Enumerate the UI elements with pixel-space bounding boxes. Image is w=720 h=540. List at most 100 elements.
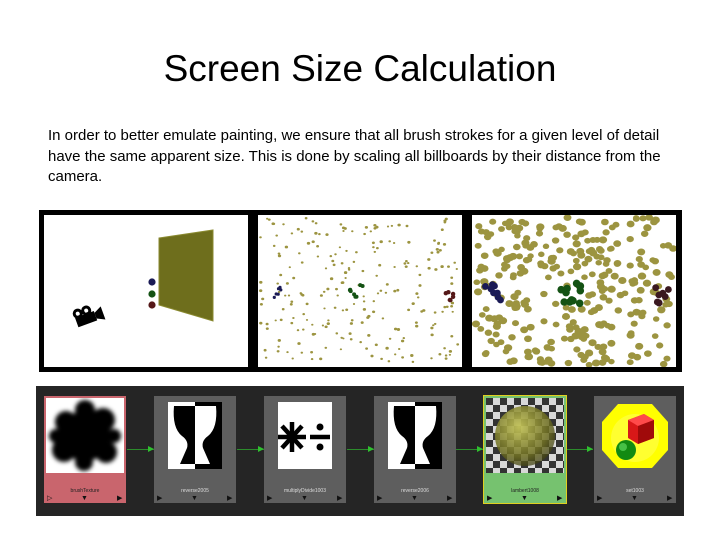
billboard-stroke [342,337,345,340]
billboard-stroke [659,360,668,367]
billboard-stroke [442,243,447,246]
billboard-stroke [616,291,625,299]
billboard-stroke [663,322,671,329]
billboard-stroke [572,234,580,241]
expand-chevron-icon[interactable]: ▼ [631,494,638,503]
node-reverse-2006[interactable]: reverse2006 ▶ ▼ ▶ [374,396,456,503]
billboard-stroke [341,226,346,230]
camera-icon [72,305,106,328]
billboard-stroke [362,300,366,303]
billboard-stroke [643,224,652,232]
billboard-stroke [335,287,338,291]
output-port-icon[interactable]: ▶ [447,494,452,503]
input-port-icon[interactable]: ▶ [157,494,162,503]
billboard-stroke [570,250,577,257]
billboard-stroke [279,318,283,322]
expand-chevron-icon[interactable]: ▼ [521,494,528,503]
node-lambert-1008[interactable]: lambert1008 ▶ ▼ ▶ [483,395,567,504]
billboard-stroke [535,230,544,237]
billboard-stroke [618,277,627,284]
expand-chevron-icon[interactable]: ▼ [191,494,198,503]
output-port-icon[interactable]: ▶ [337,494,342,503]
billboard-stroke [372,310,376,314]
node-set-1003[interactable]: set1003 ▶ ▼ ▶ [594,396,676,503]
billboard-stroke [427,258,431,261]
billboard-stroke [524,335,532,343]
billboard-stroke [577,251,586,259]
billboard-stroke [433,322,437,325]
billboard-stroke [418,284,422,287]
billboard-stroke [433,239,436,242]
billboard-stroke [288,266,291,269]
input-port-icon[interactable]: ▷ [47,494,52,503]
billboard-stroke [444,354,448,357]
input-port-icon[interactable]: ▶ [597,494,602,503]
billboard-stroke [352,303,356,305]
billboard-stroke [630,320,638,327]
node-reverse-2005[interactable]: reverse2005 ▶ ▼ ▶ [154,396,236,503]
input-port-icon[interactable]: ▶ [267,494,272,503]
billboard-stroke [635,342,644,350]
billboard-stroke [407,308,411,312]
billboard-stroke [259,321,263,325]
billboard-stroke [300,261,304,264]
billboard-stroke [393,289,397,293]
billboard-stroke [572,240,581,248]
billboard-stroke [537,359,545,366]
billboard-stroke [480,252,489,259]
billboard-stroke [651,333,659,339]
billboard-stroke [430,251,434,254]
billboard-stroke [560,335,569,342]
sphere-billboard [358,283,363,288]
billboard-stroke [400,339,405,343]
billboard-stroke [587,309,595,316]
billboard-stroke [567,335,575,343]
billboard-stroke [361,269,365,273]
billboard-stroke [495,272,503,279]
billboard-stroke [514,289,522,296]
input-port-icon[interactable]: ▶ [487,494,492,503]
billboard-stroke [532,348,541,355]
billboard-stroke [610,272,619,280]
node-brush-texture[interactable]: brushTexture ▷ ▼ ▶ [44,396,126,503]
billboard-stroke [259,236,262,239]
billboard-stroke [434,268,438,271]
billboard-stroke [298,252,301,255]
billboard-stroke [492,248,500,255]
billboard-stroke [540,318,548,325]
billboard-stroke [433,311,437,314]
billboard-stroke [385,346,389,350]
expand-chevron-icon[interactable]: ▼ [411,494,418,503]
billboard-stroke [552,300,560,307]
billboard-stroke [652,316,660,322]
billboard-stroke [355,251,358,254]
output-port-icon[interactable]: ▶ [227,494,232,503]
node-editor-strip: brushTexture ▷ ▼ ▶ reverse2005 ▶ ▼ ▶ mul… [36,386,684,516]
output-port-icon[interactable]: ▶ [557,494,562,503]
expand-chevron-icon[interactable]: ▼ [81,494,88,503]
input-port-icon[interactable]: ▶ [377,494,382,503]
node-multiply-divide-1003[interactable]: multiplyDivide1003 ▶ ▼ ▶ [264,396,346,503]
billboard-stroke [561,313,571,320]
output-port-icon[interactable]: ▶ [667,494,672,503]
billboard-stroke [365,347,368,350]
billboard-stroke [414,321,418,324]
billboard-stroke [614,307,623,314]
sphere-billboard [575,299,584,308]
billboard-stroke [520,267,529,275]
billboard-stroke [635,297,643,304]
billboard-stroke [543,344,552,351]
node-controls: ▶ ▼ ▶ [374,494,456,503]
expand-chevron-icon[interactable]: ▼ [301,494,308,503]
billboard-stroke [311,323,314,326]
output-port-icon[interactable]: ▶ [117,494,122,503]
sphere-green [148,290,156,298]
billboard-stroke [593,236,601,243]
billboard-stroke [325,233,329,236]
billboard-stroke [588,339,597,347]
billboard-stroke [264,356,268,359]
node-thumbnail [596,398,674,473]
billboard-stroke [277,338,281,342]
billboard-stroke [572,324,580,331]
billboard-stroke [432,324,435,327]
